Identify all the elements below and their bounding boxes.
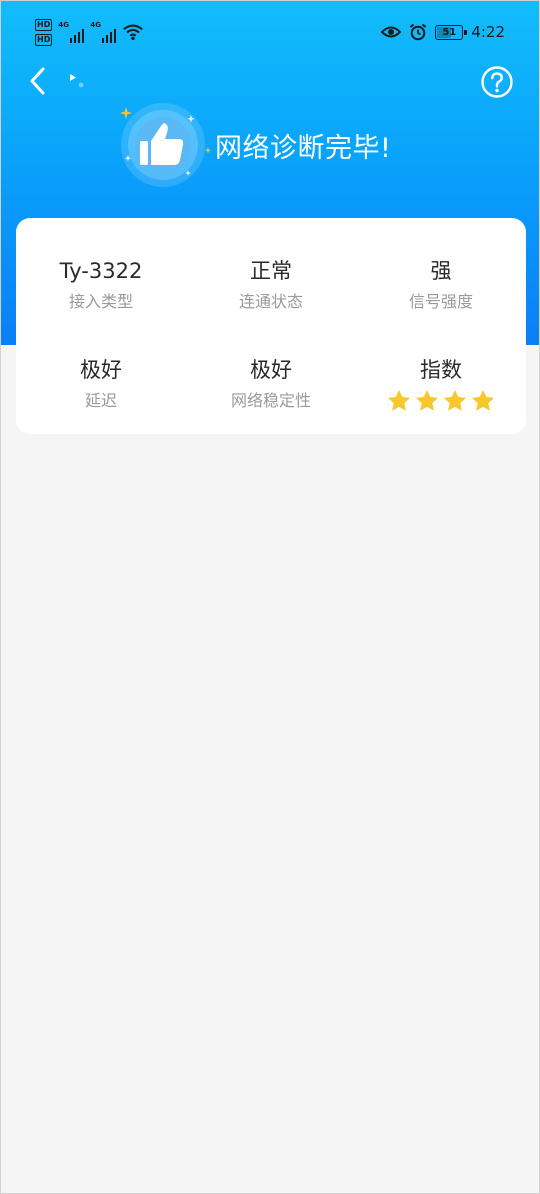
- status-right: 51 4:22: [381, 23, 505, 41]
- hd-badge-2: HD: [35, 34, 53, 46]
- stat-label: 网络稳定性: [230, 391, 311, 410]
- help-circle-icon[interactable]: [480, 65, 514, 99]
- diagnosis-complete-title: 网络诊断完毕!: [215, 133, 392, 164]
- star-icon: [471, 389, 495, 411]
- stat-stability: 极好 网络稳定性: [186, 355, 356, 413]
- hd-badge-1: HD: [35, 19, 53, 31]
- eye-icon: [381, 26, 402, 38]
- status-bar: HD HD 4G 4G 51 4:22: [1, 1, 539, 65]
- stat-value: 指数: [420, 358, 462, 382]
- stat-value: Ty-3322: [59, 259, 143, 283]
- star-icon: [415, 389, 439, 411]
- network-type-1: 4G: [58, 21, 69, 29]
- hd-icon: HD HD: [35, 19, 53, 46]
- stat-signal-strength: 强 信号强度: [356, 256, 526, 314]
- screen: HD HD 4G 4G 51 4:22 网络诊断完毕! Ty-3322 接入类型…: [0, 0, 540, 1194]
- stat-label: 信号强度: [408, 292, 473, 311]
- stat-value: 极好: [80, 358, 122, 382]
- thumbs-up-icon: [120, 103, 212, 187]
- star-icon: [387, 389, 411, 411]
- network-type-2: 4G: [90, 21, 101, 29]
- battery-icon: 51: [435, 24, 468, 40]
- wifi-icon: [123, 24, 144, 41]
- stat-label: 连通状态: [238, 292, 303, 311]
- status-left: HD HD 4G 4G: [35, 19, 144, 53]
- alarm-icon: [410, 23, 427, 41]
- chevron-left-icon: [30, 67, 45, 95]
- stat-access-type: Ty-3322 接入类型: [16, 256, 186, 314]
- star-icon: [443, 389, 467, 411]
- stat-label: 延迟: [84, 391, 117, 410]
- stat-value: 强: [430, 259, 452, 283]
- stat-latency: 极好 延迟: [16, 355, 186, 413]
- stat-connectivity: 正常 连通状态: [186, 256, 356, 314]
- stat-value: 正常: [250, 259, 292, 283]
- loading-indicator-icon: [70, 74, 84, 88]
- back-button[interactable]: [21, 63, 53, 99]
- rating-stars: [356, 387, 526, 415]
- status-time: 4:22: [471, 23, 505, 41]
- stat-label: 接入类型: [68, 292, 133, 311]
- signal-icon: 4G: [58, 19, 85, 43]
- diagnosis-result-card: Ty-3322 接入类型 正常 连通状态 强 信号强度 极好 延迟 极好 网络稳…: [16, 218, 526, 434]
- battery-level: 51: [442, 26, 457, 38]
- signal-icon: 4G: [90, 19, 117, 43]
- stat-index: 指数: [356, 355, 526, 415]
- stat-value: 极好: [250, 358, 292, 382]
